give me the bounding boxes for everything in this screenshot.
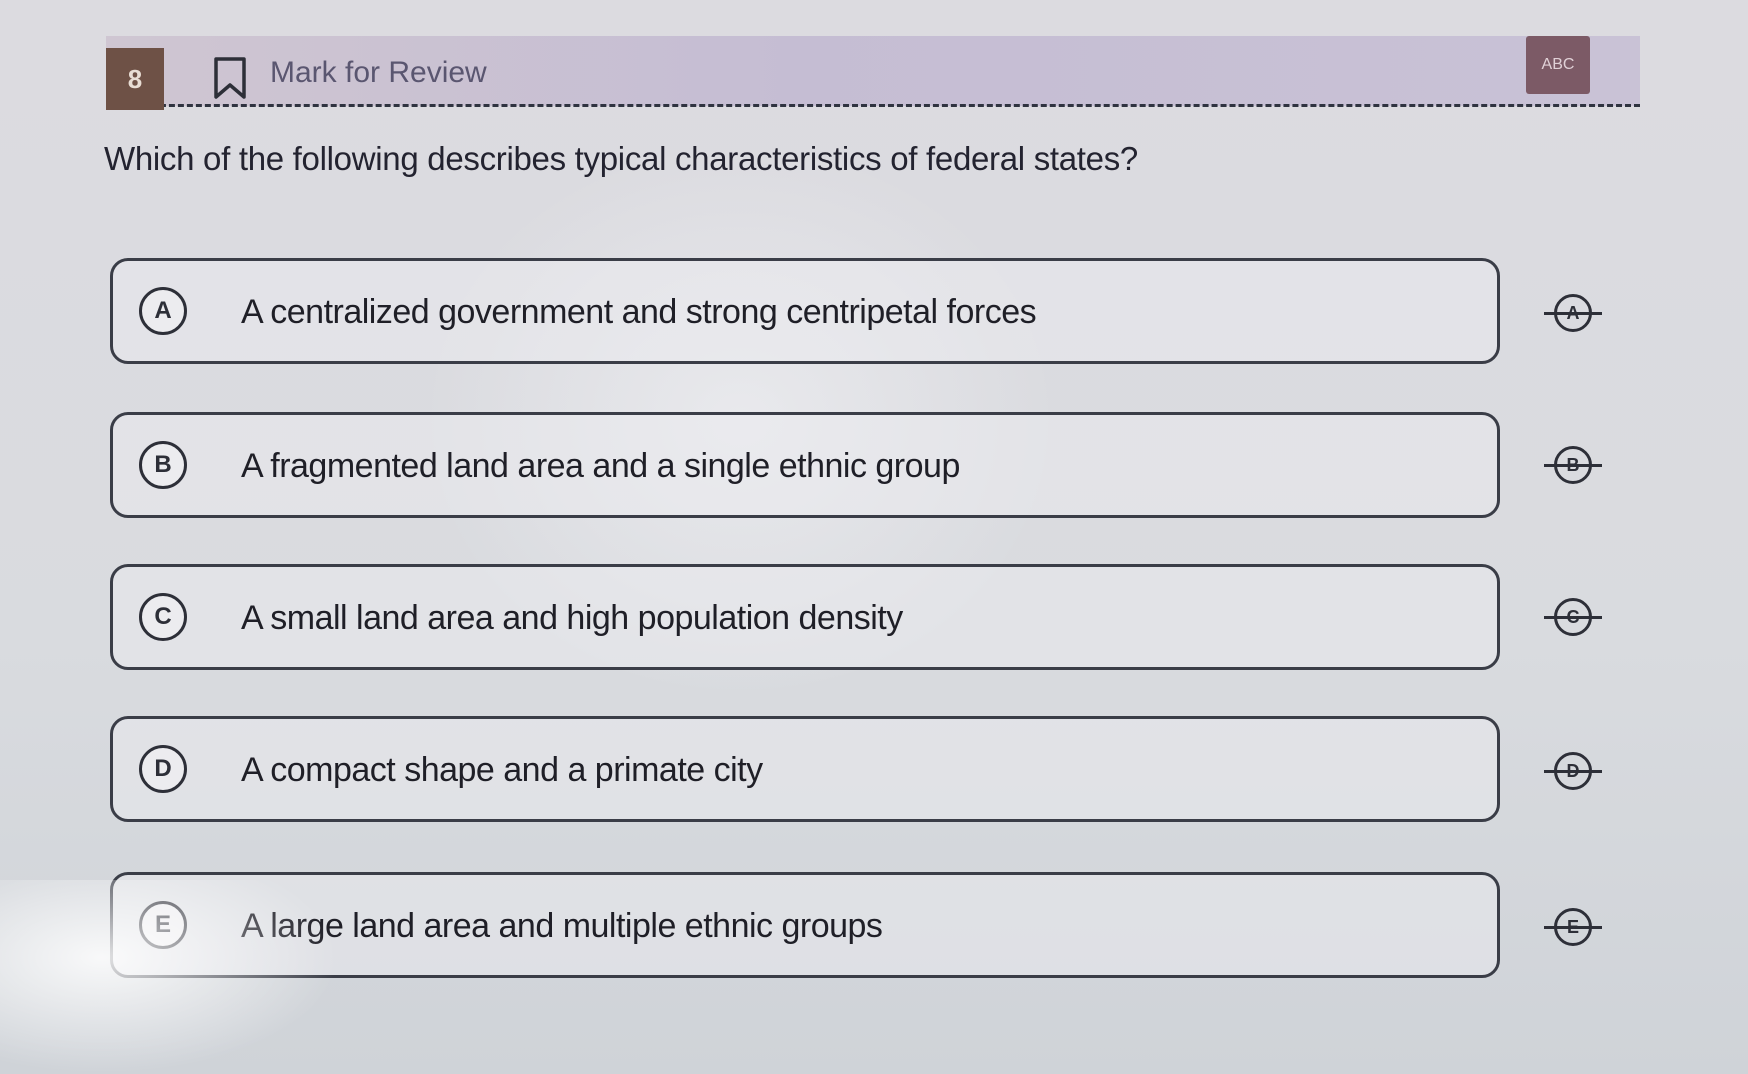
option-text-b: A fragmented land area and a single ethn… — [241, 447, 960, 485]
header-divider — [106, 104, 1640, 107]
answer-option-e[interactable]: E A large land area and multiple ethnic … — [110, 872, 1500, 978]
question-number: 8 — [106, 48, 164, 110]
answer-option-d[interactable]: D A compact shape and a primate city — [110, 716, 1500, 822]
strikeout-button-b[interactable]: B — [1544, 442, 1602, 490]
strikeout-button-a[interactable]: A — [1544, 290, 1602, 338]
option-text-d: A compact shape and a primate city — [241, 751, 763, 789]
strikeout-letter-c: C — [1554, 598, 1592, 636]
option-text-e: A large land area and multiple ethnic gr… — [241, 907, 883, 945]
option-text-c: A small land area and high population de… — [241, 599, 903, 637]
question-text: Which of the following describes typical… — [104, 140, 1138, 177]
strikeout-letter-b: B — [1554, 446, 1592, 484]
bookmark-icon[interactable] — [212, 56, 248, 100]
answer-option-c[interactable]: C A small land area and high population … — [110, 564, 1500, 670]
option-letter-d: D — [139, 745, 187, 793]
strikeout-letter-a: A — [1554, 294, 1592, 332]
option-letter-c: C — [139, 593, 187, 641]
option-letter-b: B — [139, 441, 187, 489]
answer-option-b[interactable]: B A fragmented land area and a single et… — [110, 412, 1500, 518]
option-letter-e: E — [139, 901, 187, 949]
strikeout-letter-e: E — [1554, 908, 1592, 946]
mark-for-review-label[interactable]: Mark for Review — [270, 56, 487, 90]
option-letter-a: A — [139, 287, 187, 335]
strikeout-button-d[interactable]: D — [1544, 748, 1602, 796]
answer-option-a[interactable]: A A centralized government and strong ce… — [110, 258, 1500, 364]
strikeout-letter-d: D — [1554, 752, 1592, 790]
option-text-a: A centralized government and strong cent… — [241, 293, 1037, 331]
strikeout-button-c[interactable]: C — [1544, 594, 1602, 642]
strikeout-button-e[interactable]: E — [1544, 904, 1602, 952]
abc-strikeout-toggle[interactable]: ABC — [1526, 36, 1590, 94]
